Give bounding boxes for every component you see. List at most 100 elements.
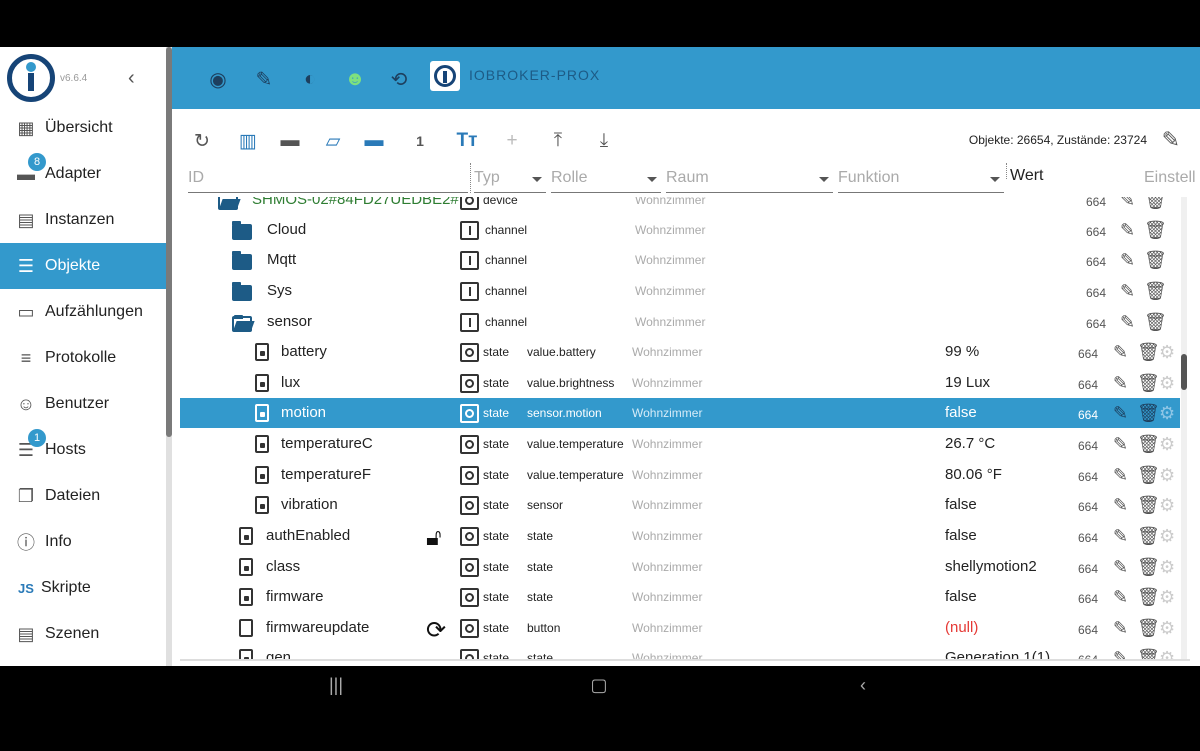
delete-icon[interactable]: 🗑︎ [1137, 587, 1160, 608]
gear-icon[interactable]: ⚙ [1159, 373, 1175, 394]
row-value[interactable]: 80.06 °F [945, 466, 1002, 483]
refresh-icon[interactable]: ↻ [190, 129, 214, 153]
table-row[interactable]: Mqtt channel Wohnzimmer 664 ✎ 🗑︎ [180, 245, 1180, 275]
folder-open-icon[interactable]: ▱ [321, 129, 345, 153]
upload-icon[interactable]: ⤒ [546, 129, 570, 153]
settings-wrench-icon[interactable]: ✎ [1162, 127, 1180, 153]
delete-icon[interactable]: 🗑︎ [1144, 281, 1167, 302]
row-value[interactable]: (null) [945, 619, 978, 636]
table-row-selected[interactable]: motion state sensor.motion Wohnzimmer fa… [180, 398, 1180, 428]
sidebar-item-adapter[interactable]: ▬ 8 Adapter [0, 151, 166, 197]
table-row[interactable]: sensor channel Wohnzimmer 664 ✎ 🗑︎ [180, 307, 1180, 337]
row-value[interactable]: false [945, 404, 977, 421]
edit-icon[interactable]: ✎ [1120, 250, 1135, 271]
delete-icon[interactable]: 🗑︎ [1137, 495, 1160, 516]
delete-icon[interactable]: 🗑︎ [1144, 250, 1167, 271]
edit-icon[interactable]: ✎ [1113, 342, 1128, 363]
gear-icon[interactable]: ⚙ [1159, 342, 1175, 363]
table-row[interactable]: firmware state state Wohnzimmer false 66… [180, 582, 1180, 612]
row-value[interactable]: shellymotion2 [945, 558, 1037, 575]
columns-icon[interactable]: ▥ [236, 129, 260, 153]
delete-icon[interactable]: 🗑︎ [1137, 434, 1160, 455]
delete-icon[interactable]: 🗑︎ [1137, 373, 1160, 394]
filter-one-icon[interactable]: 1 [408, 129, 432, 153]
recent-apps-icon[interactable]: ||| [321, 673, 351, 697]
sync-off-icon[interactable]: ⟲ [386, 67, 412, 91]
home-icon[interactable]: ▢ [584, 673, 614, 697]
table-row[interactable]: firmwareupdate ⟳ state button Wohnzimmer… [180, 613, 1180, 645]
edit-icon[interactable]: ✎ [1113, 587, 1128, 608]
gear-icon[interactable]: ⚙ [1159, 495, 1175, 516]
sidebar-item-hosts[interactable]: ☰ 1 Hosts [0, 427, 166, 473]
edit-icon[interactable]: ✎ [1113, 495, 1128, 516]
delete-icon[interactable]: 🗑︎ [1137, 403, 1160, 424]
sidebar-item-protokolle[interactable]: ≡ Protokolle [0, 335, 166, 381]
sidebar-item-szenen[interactable]: ▤ Szenen [0, 611, 166, 657]
table-scroll-thumb[interactable] [1181, 354, 1187, 390]
download-icon[interactable]: ⤓ [592, 129, 616, 153]
wrench-icon[interactable]: ✎ [251, 67, 277, 91]
table-row[interactable]: SHMOS-02#84FD27UEDBE2# device Wohnzimmer… [180, 197, 1180, 215]
edit-icon[interactable]: ✎ [1113, 465, 1128, 486]
table-row[interactable]: temperatureF state value.temperature Woh… [180, 460, 1180, 490]
room-filter-select[interactable]: Raum [666, 161, 833, 193]
edit-icon[interactable]: ✎ [1113, 373, 1128, 394]
gear-icon[interactable]: ⚙ [1159, 618, 1175, 639]
text-format-icon[interactable]: Tт [455, 129, 479, 153]
sidebar-item-skripte[interactable]: JS Skripte [0, 565, 166, 611]
table-row[interactable]: authEnabled 🔓︎ state state Wohnzimmer fa… [180, 521, 1180, 551]
table-row[interactable]: temperatureC state value.temperature Woh… [180, 429, 1180, 459]
edit-icon[interactable]: ✎ [1120, 197, 1135, 211]
role-filter-select[interactable]: Rolle [551, 161, 661, 193]
column-divider[interactable] [1006, 163, 1007, 179]
table-row[interactable]: lux state value.brightness Wohnzimmer 19… [180, 368, 1180, 398]
sidebar-item-benutzer[interactable]: ☺ Benutzer [0, 381, 166, 427]
gear-icon[interactable]: ⚙ [1159, 465, 1175, 486]
edit-icon[interactable]: ✎ [1113, 403, 1128, 424]
column-divider[interactable] [470, 163, 471, 193]
sidebar-item-uebersicht[interactable]: ▦ Übersicht [0, 105, 166, 151]
gear-icon[interactable]: ⚙ [1159, 526, 1175, 547]
type-filter-select[interactable]: Typ [474, 161, 546, 193]
gear-icon[interactable]: ⚙ [1159, 434, 1175, 455]
edit-icon[interactable]: ✎ [1120, 312, 1135, 333]
edit-icon[interactable]: ✎ [1113, 618, 1128, 639]
edit-icon[interactable]: ✎ [1120, 281, 1135, 302]
row-value[interactable]: false [945, 527, 977, 544]
brightness-icon[interactable]: ◐ [297, 67, 323, 91]
table-row[interactable]: class state state Wohnzimmer shellymotio… [180, 552, 1180, 582]
row-value[interactable]: 19 Lux [945, 374, 990, 391]
chevron-left-icon[interactable]: ‹ [128, 67, 135, 90]
add-icon[interactable]: + [500, 129, 524, 153]
sidebar-item-objekte[interactable]: ☰ Objekte [0, 243, 166, 289]
edit-icon[interactable]: ✎ [1120, 220, 1135, 241]
delete-icon[interactable]: 🗑︎ [1137, 342, 1160, 363]
function-filter-select[interactable]: Funktion [838, 161, 1004, 193]
gear-icon[interactable]: ⚙ [1159, 557, 1175, 578]
edit-icon[interactable]: ✎ [1113, 557, 1128, 578]
row-value[interactable]: false [945, 496, 977, 513]
delete-icon[interactable]: 🗑︎ [1137, 465, 1160, 486]
sidebar-item-instanzen[interactable]: ▤ Instanzen [0, 197, 166, 243]
sidebar-item-info[interactable]: ⓘ Info [0, 519, 166, 565]
delete-icon[interactable]: 🗑︎ [1144, 220, 1167, 241]
lock-open-icon[interactable]: 🔓︎ [426, 524, 442, 552]
back-icon[interactable]: ‹ [848, 673, 878, 697]
row-value[interactable]: 99 % [945, 343, 979, 360]
delete-icon[interactable]: 🗑︎ [1144, 197, 1167, 211]
expert-mode-icon[interactable]: ☻ [342, 67, 368, 91]
gear-icon[interactable]: ⚙ [1159, 587, 1175, 608]
table-row[interactable]: Sys channel Wohnzimmer 664 ✎ 🗑︎ [180, 276, 1180, 306]
delete-icon[interactable]: 🗑︎ [1137, 618, 1160, 639]
edit-icon[interactable]: ✎ [1113, 526, 1128, 547]
table-row[interactable]: battery state value.battery Wohnzimmer 9… [180, 337, 1180, 367]
sidebar-item-aufzaehlungen[interactable]: ▭ Aufzählungen [0, 289, 166, 335]
row-value[interactable]: false [945, 588, 977, 605]
edit-icon[interactable]: ✎ [1113, 434, 1128, 455]
table-scrollbar[interactable] [1181, 197, 1187, 660]
folder-collapse-icon[interactable]: ▬ [362, 129, 386, 153]
id-filter-input[interactable]: ID [188, 161, 468, 193]
row-value[interactable]: 26.7 °C [945, 435, 995, 452]
delete-icon[interactable]: 🗑︎ [1137, 526, 1160, 547]
refresh-button-icon[interactable]: ⟳ [426, 616, 446, 645]
